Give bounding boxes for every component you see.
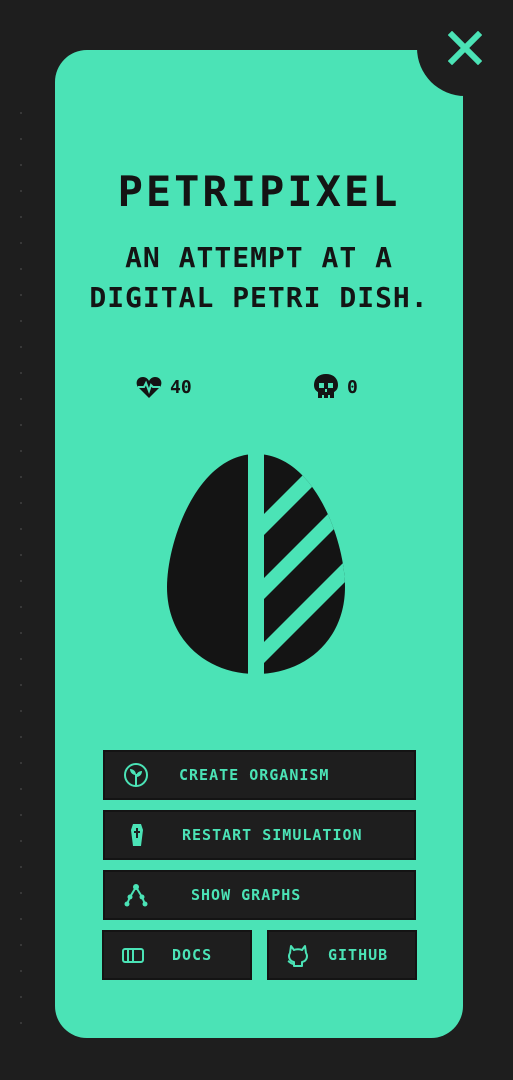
book-icon [120,942,146,968]
skull-icon [314,374,338,398]
docs-label: DOCS [172,946,213,964]
sprout-icon [123,762,149,788]
alive-count-stat: 40 [136,372,192,402]
show-graphs-label: SHOW GRAPHS [191,886,302,904]
dead-count: 0 [347,376,358,398]
create-organism-label: CREATE ORGANISM [179,766,330,784]
github-icon [285,942,311,968]
restart-simulation-label: RESTART SIMULATION [182,826,363,844]
alive-count: 40 [170,376,192,398]
restart-simulation-button[interactable]: RESTART SIMULATION [103,810,416,860]
background-dots [20,100,22,1040]
show-graphs-button[interactable]: SHOW GRAPHS [103,870,416,920]
dead-count-stat: 0 [313,372,358,402]
graph-nodes-icon [123,882,149,908]
docs-button[interactable]: DOCS [102,930,252,980]
coffin-icon [124,822,150,848]
app-title: PETRIPIXEL [117,167,401,216]
close-icon[interactable] [448,31,482,65]
heart-pulse-icon [136,377,162,398]
github-button[interactable]: GITHUB [267,930,417,980]
leaf-egg-logo [167,454,345,674]
app-subtitle: AN ATTEMPT AT A DIGITAL PETRI DISH. [89,241,429,314]
github-label: GITHUB [328,946,389,964]
create-organism-button[interactable]: CREATE ORGANISM [103,750,416,800]
